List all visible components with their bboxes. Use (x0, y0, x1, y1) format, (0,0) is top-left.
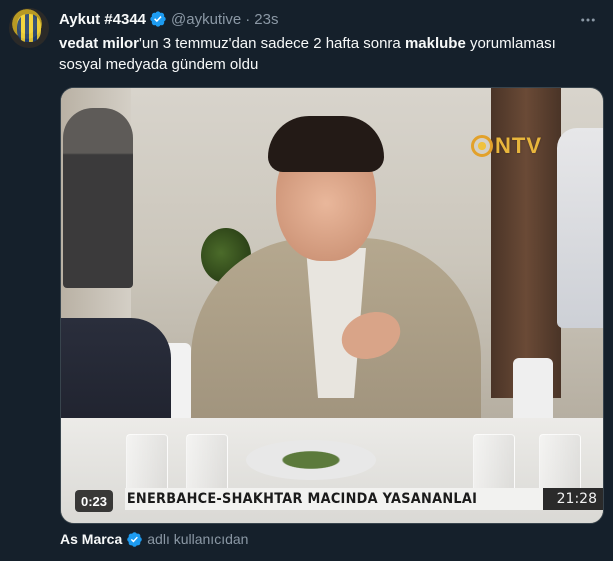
tweet[interactable]: Aykut #4344 @aykutive · 23s vedat milor'… (0, 0, 613, 561)
video-duration-badge: 0:23 (75, 490, 114, 512)
channel-logo: NTV (471, 133, 542, 158)
channel-logo-ring-icon (471, 135, 493, 157)
news-ticker-text: ENERBAHCE-SHAKHTAR MACINDA YASANANLAI (126, 491, 478, 507)
tweet-header: Aykut #4344 @aykutive · 23s (59, 9, 278, 29)
attribution-source-name[interactable]: As Marca (60, 531, 122, 547)
video-scene-plate (246, 440, 376, 480)
more-options-button[interactable] (576, 8, 600, 32)
author-handle[interactable]: @aykutive (171, 11, 241, 28)
tweet-text: vedat milor'un 3 temmuz'dan sadece 2 haf… (59, 33, 599, 75)
news-ticker-time: 21:28 (542, 488, 603, 510)
verified-badge-icon (127, 531, 143, 547)
tweet-text-mention-1: vedat milor (59, 35, 140, 52)
media-attribution: As Marca adlı kullanıcıdan (60, 529, 248, 549)
video-scene-speaker-hair (268, 116, 384, 172)
video-scene-background-person (63, 108, 133, 288)
news-ticker: ENERBAHCE-SHAKHTAR MACINDA YASANANLAI 21… (125, 488, 603, 510)
attribution-suffix: adlı kullanıcıdan (147, 531, 249, 547)
author-display-name[interactable]: Aykut #4344 (59, 11, 146, 28)
tweet-text-segment-1: 'un 3 temmuz'dan sadece 2 hafta sonra (139, 35, 405, 52)
tweet-timestamp[interactable]: 23s (254, 11, 278, 28)
more-options-icon (581, 18, 595, 22)
channel-logo-text: NTV (495, 133, 542, 158)
author-avatar[interactable] (9, 8, 49, 48)
video-player[interactable]: NTV ENERBAHCE-SHAKHTAR MACINDA YASANANLA… (60, 87, 604, 524)
tweet-text-mention-2: maklube (404, 35, 466, 52)
avatar-emblem (17, 14, 41, 42)
video-scene-right-person (557, 128, 603, 328)
header-separator: · (245, 10, 251, 28)
verified-badge-icon (150, 11, 166, 27)
